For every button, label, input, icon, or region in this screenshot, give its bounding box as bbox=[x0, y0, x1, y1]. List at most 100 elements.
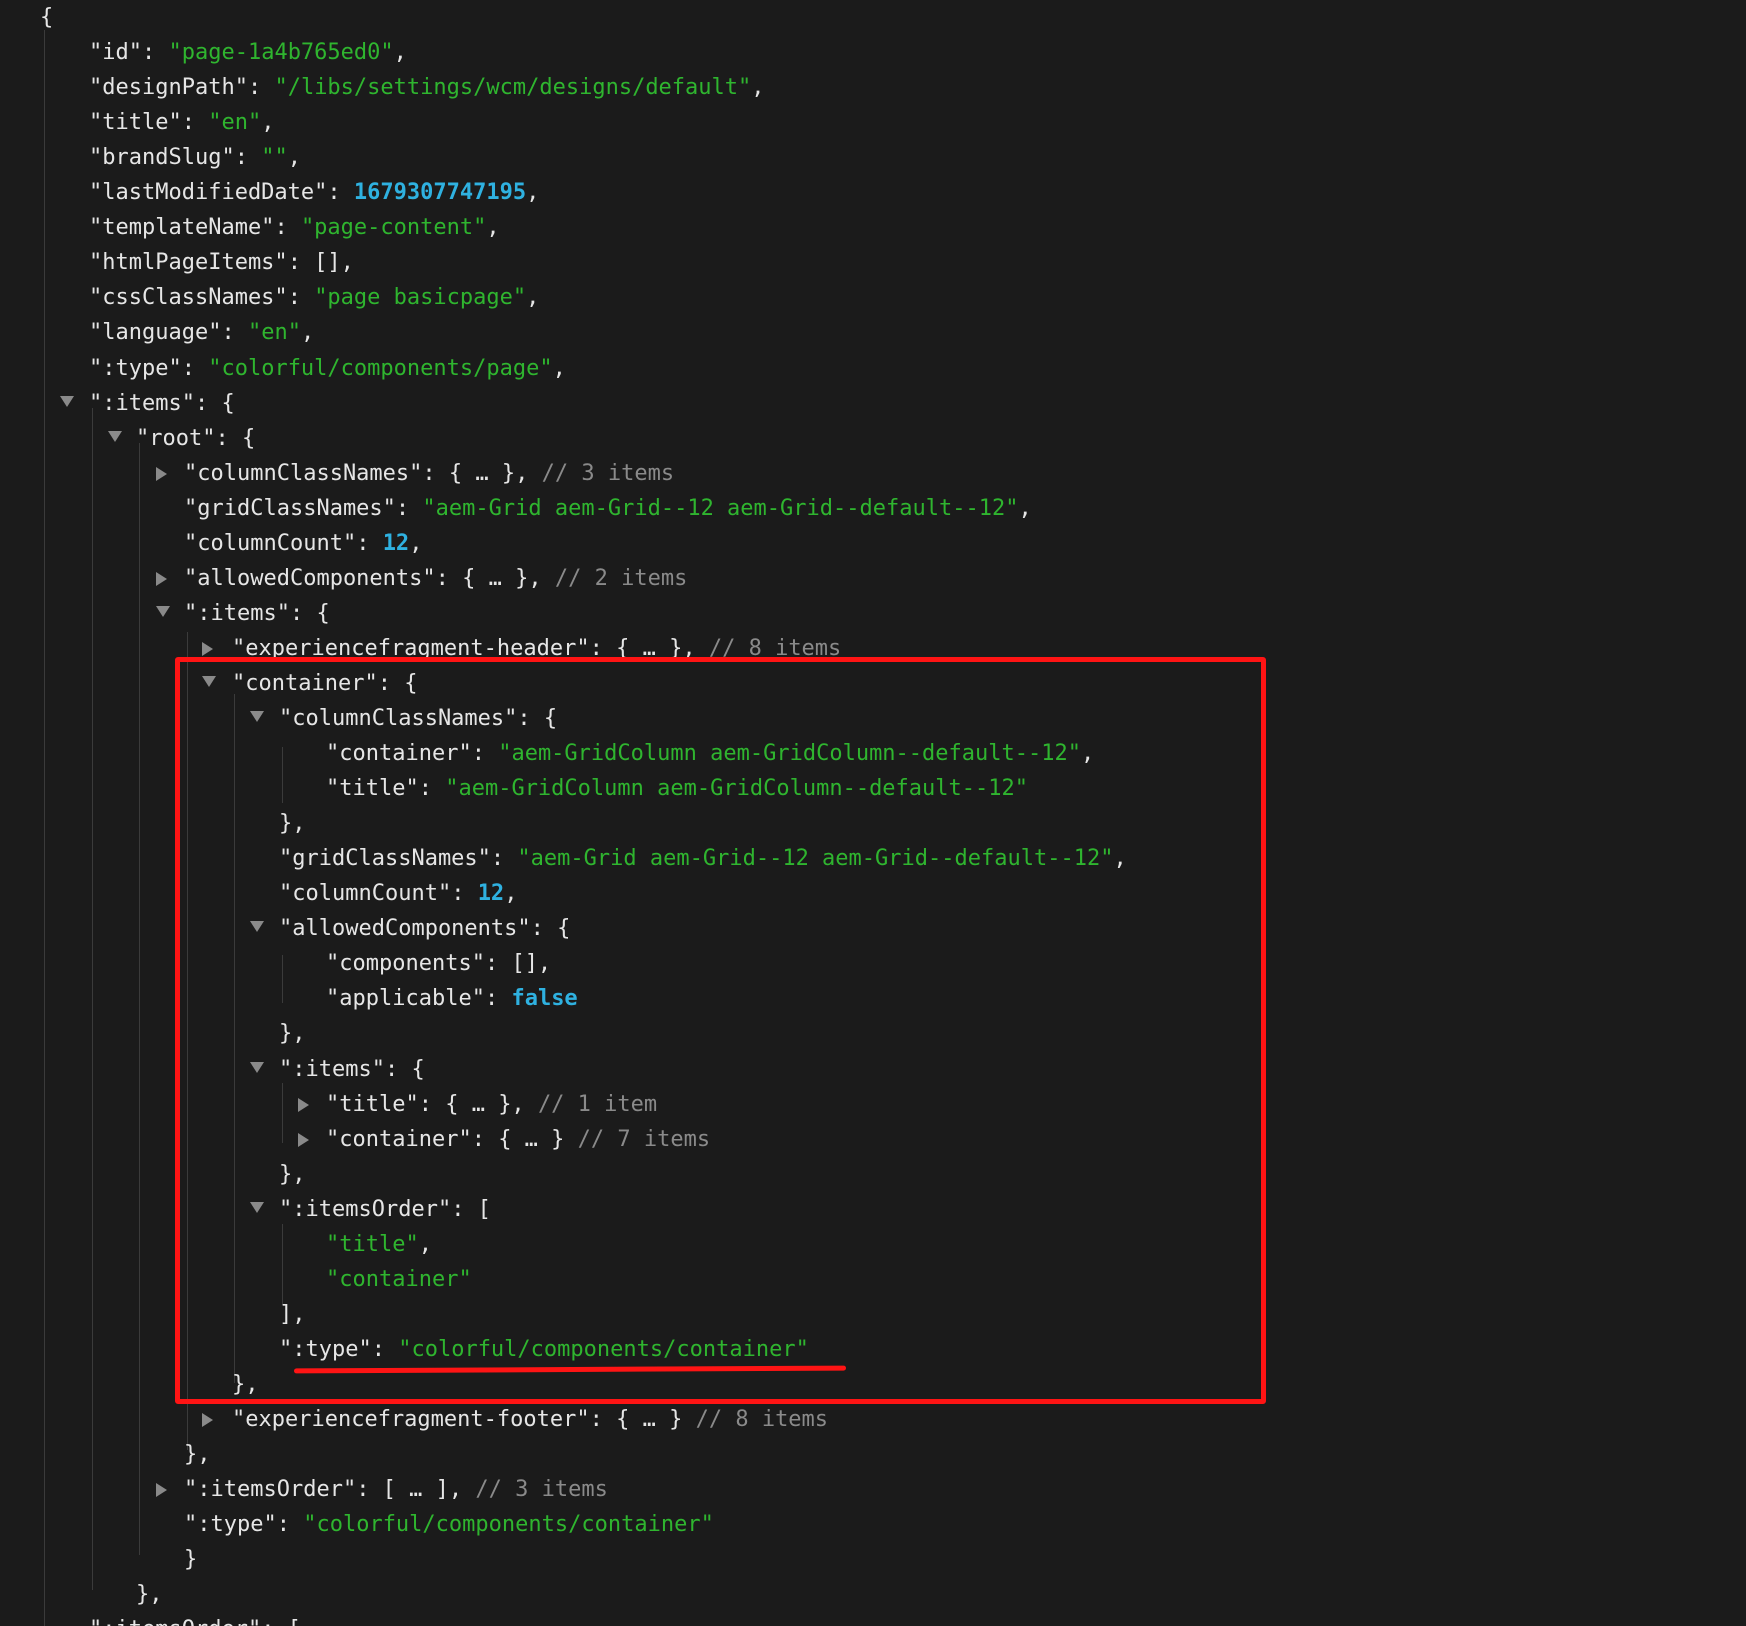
json-row: } bbox=[0, 1542, 1746, 1577]
json-comment: // 3 items bbox=[475, 1477, 608, 1503]
json-punctuation: : { bbox=[215, 425, 256, 451]
json-line-text: "columnClassNames": { … }, // 3 items bbox=[184, 456, 674, 491]
json-row: "language": "en", bbox=[0, 315, 1746, 350]
json-line-text: ":itemsOrder": [ bbox=[89, 1612, 301, 1626]
json-row: "htmlPageItems": [], bbox=[0, 245, 1746, 280]
json-punctuation: : [ … ], bbox=[356, 1477, 476, 1503]
json-comment: // 3 items bbox=[541, 460, 675, 486]
json-row: }, bbox=[0, 1437, 1746, 1472]
json-punctuation: , bbox=[393, 40, 407, 66]
json-row: { bbox=[0, 0, 1746, 35]
json-punctuation: : bbox=[327, 180, 354, 206]
json-punctuation: : bbox=[247, 75, 275, 101]
json-line-text: "cssClassNames": "page basicpage", bbox=[89, 280, 539, 315]
json-string-value: "colorful/components/container" bbox=[303, 1512, 714, 1538]
expand-triangle-icon[interactable] bbox=[156, 1483, 167, 1498]
json-string-value: "page-content" bbox=[300, 215, 487, 241]
json-line-text: "root": { bbox=[136, 421, 255, 456]
collapse-triangle-icon[interactable] bbox=[108, 430, 122, 442]
json-punctuation: : bbox=[287, 285, 315, 311]
json-line-text: ":type": "colorful/components/container" bbox=[184, 1507, 714, 1542]
json-row[interactable]: "root": { bbox=[0, 421, 1746, 456]
json-punctuation: : { bbox=[289, 600, 330, 626]
json-punctuation: , bbox=[1018, 495, 1032, 521]
json-punctuation: : { … } bbox=[589, 1407, 696, 1432]
json-key: ":items" bbox=[184, 600, 290, 626]
expand-triangle-icon[interactable] bbox=[202, 641, 213, 656]
json-string-value: "colorful/components/page" bbox=[208, 355, 553, 381]
json-line-text: "htmlPageItems": [], bbox=[89, 245, 354, 280]
json-key: "lastModifiedDate" bbox=[89, 180, 328, 206]
json-row[interactable]: "columnClassNames": { … }, // 3 items bbox=[0, 456, 1746, 491]
json-row[interactable]: "experiencefragment-footer": { … } // 8 … bbox=[0, 1402, 1746, 1437]
json-punctuation: : { bbox=[194, 390, 235, 416]
json-punctuation: : bbox=[274, 215, 301, 241]
json-punctuation: }, bbox=[136, 1582, 163, 1608]
json-punctuation: : bbox=[234, 145, 262, 171]
json-key: "htmlPageItems" bbox=[89, 250, 288, 276]
json-line-text: "title": "en", bbox=[89, 105, 274, 140]
json-line-text: ":type": "colorful/components/page", bbox=[89, 351, 566, 386]
json-punctuation: , bbox=[300, 320, 315, 346]
json-row: "gridClassNames": "aem-Grid aem-Grid--12… bbox=[0, 491, 1746, 526]
json-string-value: "en" bbox=[208, 110, 262, 136]
json-key: "experiencefragment-footer" bbox=[232, 1407, 590, 1432]
json-row[interactable]: ":items": { bbox=[0, 386, 1746, 421]
json-string-value: "page basicpage" bbox=[314, 285, 527, 311]
expand-triangle-icon[interactable] bbox=[156, 571, 167, 586]
expand-triangle-icon[interactable] bbox=[202, 1413, 213, 1427]
json-punctuation: : { … }, bbox=[435, 565, 555, 591]
json-line-text: "templateName": "page-content", bbox=[89, 210, 500, 245]
json-line-text: "id": "page-1a4b765ed0", bbox=[89, 35, 407, 70]
json-row: "cssClassNames": "page basicpage", bbox=[0, 280, 1746, 315]
collapse-triangle-icon[interactable] bbox=[60, 395, 74, 407]
json-punctuation: } bbox=[184, 1547, 198, 1573]
json-line-text: ":itemsOrder": [ … ], // 3 items bbox=[184, 1472, 608, 1507]
json-key: "title" bbox=[89, 110, 182, 136]
json-row[interactable]: ":items": { bbox=[0, 596, 1746, 631]
json-literal-value: 12 bbox=[382, 530, 410, 556]
json-key: ":itemsOrder" bbox=[89, 1617, 261, 1626]
json-line-text: }, bbox=[184, 1437, 211, 1472]
json-line-text: "brandSlug": "", bbox=[89, 140, 301, 175]
json-row: }, bbox=[0, 1577, 1746, 1612]
collapse-triangle-icon[interactable] bbox=[156, 605, 170, 617]
json-string-value: "aem-Grid aem-Grid--12 aem-Grid--default… bbox=[422, 495, 1019, 521]
json-literal-value: 1679307747195 bbox=[353, 180, 527, 206]
json-line-text: ":items": { bbox=[184, 596, 330, 631]
highlight-box-annotation bbox=[175, 657, 1266, 1404]
json-punctuation: : bbox=[395, 495, 423, 521]
json-key: "id" bbox=[89, 40, 142, 66]
json-line-text: "designPath": "/libs/settings/wcm/design… bbox=[89, 70, 765, 105]
json-row: "id": "page-1a4b765ed0", bbox=[0, 35, 1746, 70]
json-punctuation: : bbox=[356, 530, 383, 556]
json-line-text: "allowedComponents": { … }, // 2 items bbox=[184, 561, 687, 596]
json-punctuation: , bbox=[526, 285, 540, 311]
expand-triangle-icon[interactable] bbox=[156, 466, 167, 481]
json-punctuation: : bbox=[181, 355, 209, 381]
json-line-text: "lastModifiedDate": 1679307747195, bbox=[89, 175, 539, 210]
json-line-text: "experiencefragment-footer": { … } // 8 … bbox=[232, 1402, 828, 1437]
json-row: ":itemsOrder": [ bbox=[0, 1612, 1746, 1626]
json-punctuation: : bbox=[276, 1512, 304, 1538]
json-punctuation: : [], bbox=[287, 250, 354, 276]
json-punctuation: : bbox=[141, 40, 169, 66]
json-punctuation: : { … }, bbox=[422, 460, 542, 486]
json-string-value: "page-1a4b765ed0" bbox=[168, 40, 394, 66]
json-row: "columnCount": 12, bbox=[0, 526, 1746, 561]
json-comment: // 8 items bbox=[695, 1407, 829, 1432]
json-key: "columnCount" bbox=[184, 530, 357, 556]
json-row[interactable]: ":itemsOrder": [ … ], // 3 items bbox=[0, 1472, 1746, 1507]
json-line-text: "language": "en", bbox=[89, 315, 314, 350]
json-row[interactable]: "allowedComponents": { … }, // 2 items bbox=[0, 561, 1746, 596]
json-punctuation: : [ bbox=[261, 1617, 301, 1626]
json-row: ":type": "colorful/components/container" bbox=[0, 1507, 1746, 1542]
json-key: "allowedComponents" bbox=[184, 565, 436, 591]
json-punctuation: , bbox=[287, 145, 301, 171]
json-punctuation: , bbox=[751, 75, 765, 101]
json-line-text: { bbox=[40, 0, 53, 35]
json-key: ":type" bbox=[184, 1512, 277, 1538]
json-row: "templateName": "page-content", bbox=[0, 210, 1746, 245]
json-punctuation: : bbox=[181, 110, 209, 136]
json-key: "cssClassNames" bbox=[89, 285, 288, 311]
